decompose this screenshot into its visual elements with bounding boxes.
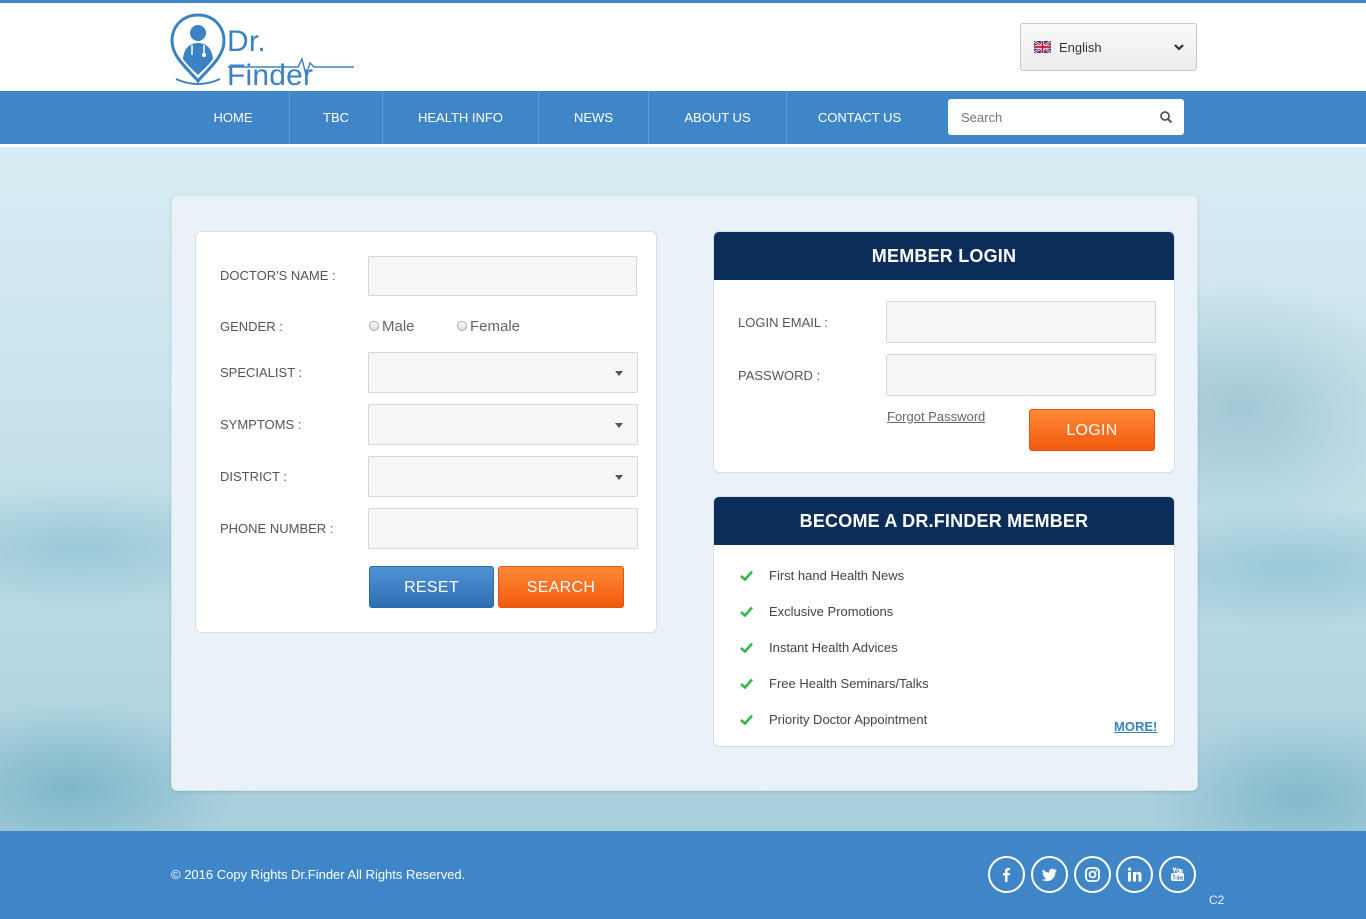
check-icon bbox=[740, 606, 753, 617]
search-button[interactable]: SEARCH bbox=[498, 566, 624, 608]
check-icon bbox=[740, 714, 753, 725]
search-input[interactable] bbox=[948, 99, 1148, 135]
caret-down-icon bbox=[615, 423, 623, 428]
facebook-icon bbox=[1003, 868, 1010, 882]
instagram-button[interactable] bbox=[1074, 856, 1111, 893]
nav-health-info[interactable]: HEALTH INFO bbox=[382, 91, 538, 144]
facebook-button[interactable] bbox=[988, 856, 1025, 893]
copyright-text: © 2016 Copy Rights Dr.Finder All Rights … bbox=[171, 867, 466, 882]
more-link[interactable]: MORE! bbox=[1114, 719, 1157, 734]
language-selector[interactable]: English bbox=[1020, 23, 1197, 71]
youtube-icon bbox=[1171, 867, 1184, 881]
symptoms-select[interactable] bbox=[368, 404, 638, 445]
reset-button[interactable]: RESET bbox=[369, 566, 494, 608]
membership-card: BECOME A DR.FINDER MEMBER bbox=[713, 496, 1175, 747]
main-nav: HOME TBC HEALTH INFO NEWS ABOUT US CONTA… bbox=[0, 91, 1366, 144]
gender-female-label: Female bbox=[470, 318, 521, 335]
language-label: English bbox=[1059, 40, 1102, 55]
nav-contact-us[interactable]: CONTACT US bbox=[786, 91, 932, 144]
password-label: PASSWORD : bbox=[738, 368, 821, 383]
check-icon bbox=[740, 570, 753, 581]
gender-male-radio[interactable] bbox=[369, 321, 379, 331]
doctor-name-input[interactable] bbox=[368, 256, 637, 296]
specialist-select[interactable] bbox=[368, 352, 638, 393]
check-icon bbox=[740, 642, 753, 653]
caret-down-icon bbox=[615, 475, 623, 480]
gender-female-radio[interactable] bbox=[457, 321, 467, 331]
heartbeat-line-icon bbox=[228, 56, 354, 77]
doctor-name-label: DOCTOR'S NAME : bbox=[220, 268, 336, 283]
phone-number-label: PHONE NUMBER : bbox=[220, 521, 334, 536]
membership-title: BECOME A DR.FINDER MEMBER bbox=[714, 497, 1174, 545]
district-select[interactable] bbox=[368, 456, 638, 497]
login-email-input[interactable] bbox=[886, 301, 1156, 343]
nav-tbc[interactable]: TBC bbox=[289, 91, 382, 144]
twitter-icon bbox=[1042, 868, 1057, 882]
instagram-icon bbox=[1085, 867, 1100, 882]
site-header: Dr. Finder English bbox=[0, 3, 1366, 92]
gender-label: GENDER : bbox=[220, 319, 283, 334]
symptoms-label: SYMPTOMS : bbox=[220, 417, 302, 432]
uk-flag-icon bbox=[1034, 41, 1051, 53]
benefit-text: Exclusive Promotions bbox=[769, 604, 894, 619]
linkedin-button[interactable] bbox=[1116, 856, 1153, 893]
site-search bbox=[948, 99, 1184, 135]
forgot-password-link[interactable]: Forgot Password bbox=[887, 409, 985, 424]
chevron-down-icon bbox=[1174, 44, 1184, 51]
search-icon[interactable] bbox=[1159, 110, 1173, 124]
linkedin-icon bbox=[1127, 867, 1142, 882]
nav-news[interactable]: NEWS bbox=[538, 91, 648, 144]
password-input[interactable] bbox=[886, 354, 1156, 396]
benefit-text: First hand Health News bbox=[769, 568, 905, 583]
doctor-pin-icon bbox=[170, 13, 226, 85]
brand-logo[interactable]: Dr. Finder bbox=[170, 13, 360, 92]
page-code-label: C2 bbox=[1209, 893, 1225, 907]
login-button[interactable]: LOGIN bbox=[1029, 409, 1155, 451]
gender-male-label: Male bbox=[382, 318, 415, 335]
twitter-button[interactable] bbox=[1031, 856, 1068, 893]
specialist-label: SPECIALIST : bbox=[220, 365, 303, 380]
check-icon bbox=[740, 678, 753, 689]
caret-down-icon bbox=[615, 371, 623, 376]
benefit-text: Instant Health Advices bbox=[769, 640, 898, 655]
district-label: DISTRICT : bbox=[220, 469, 287, 484]
youtube-button[interactable] bbox=[1159, 856, 1196, 893]
benefit-text: Priority Doctor Appointment bbox=[769, 712, 928, 727]
nav-about-us[interactable]: ABOUT US bbox=[648, 91, 786, 144]
nav-home[interactable]: HOME bbox=[177, 91, 289, 144]
member-login-title: MEMBER LOGIN bbox=[714, 232, 1174, 280]
login-email-label: LOGIN EMAIL : bbox=[738, 315, 828, 330]
benefit-text: Free Health Seminars/Talks bbox=[769, 676, 929, 691]
phone-number-input[interactable] bbox=[368, 508, 638, 549]
